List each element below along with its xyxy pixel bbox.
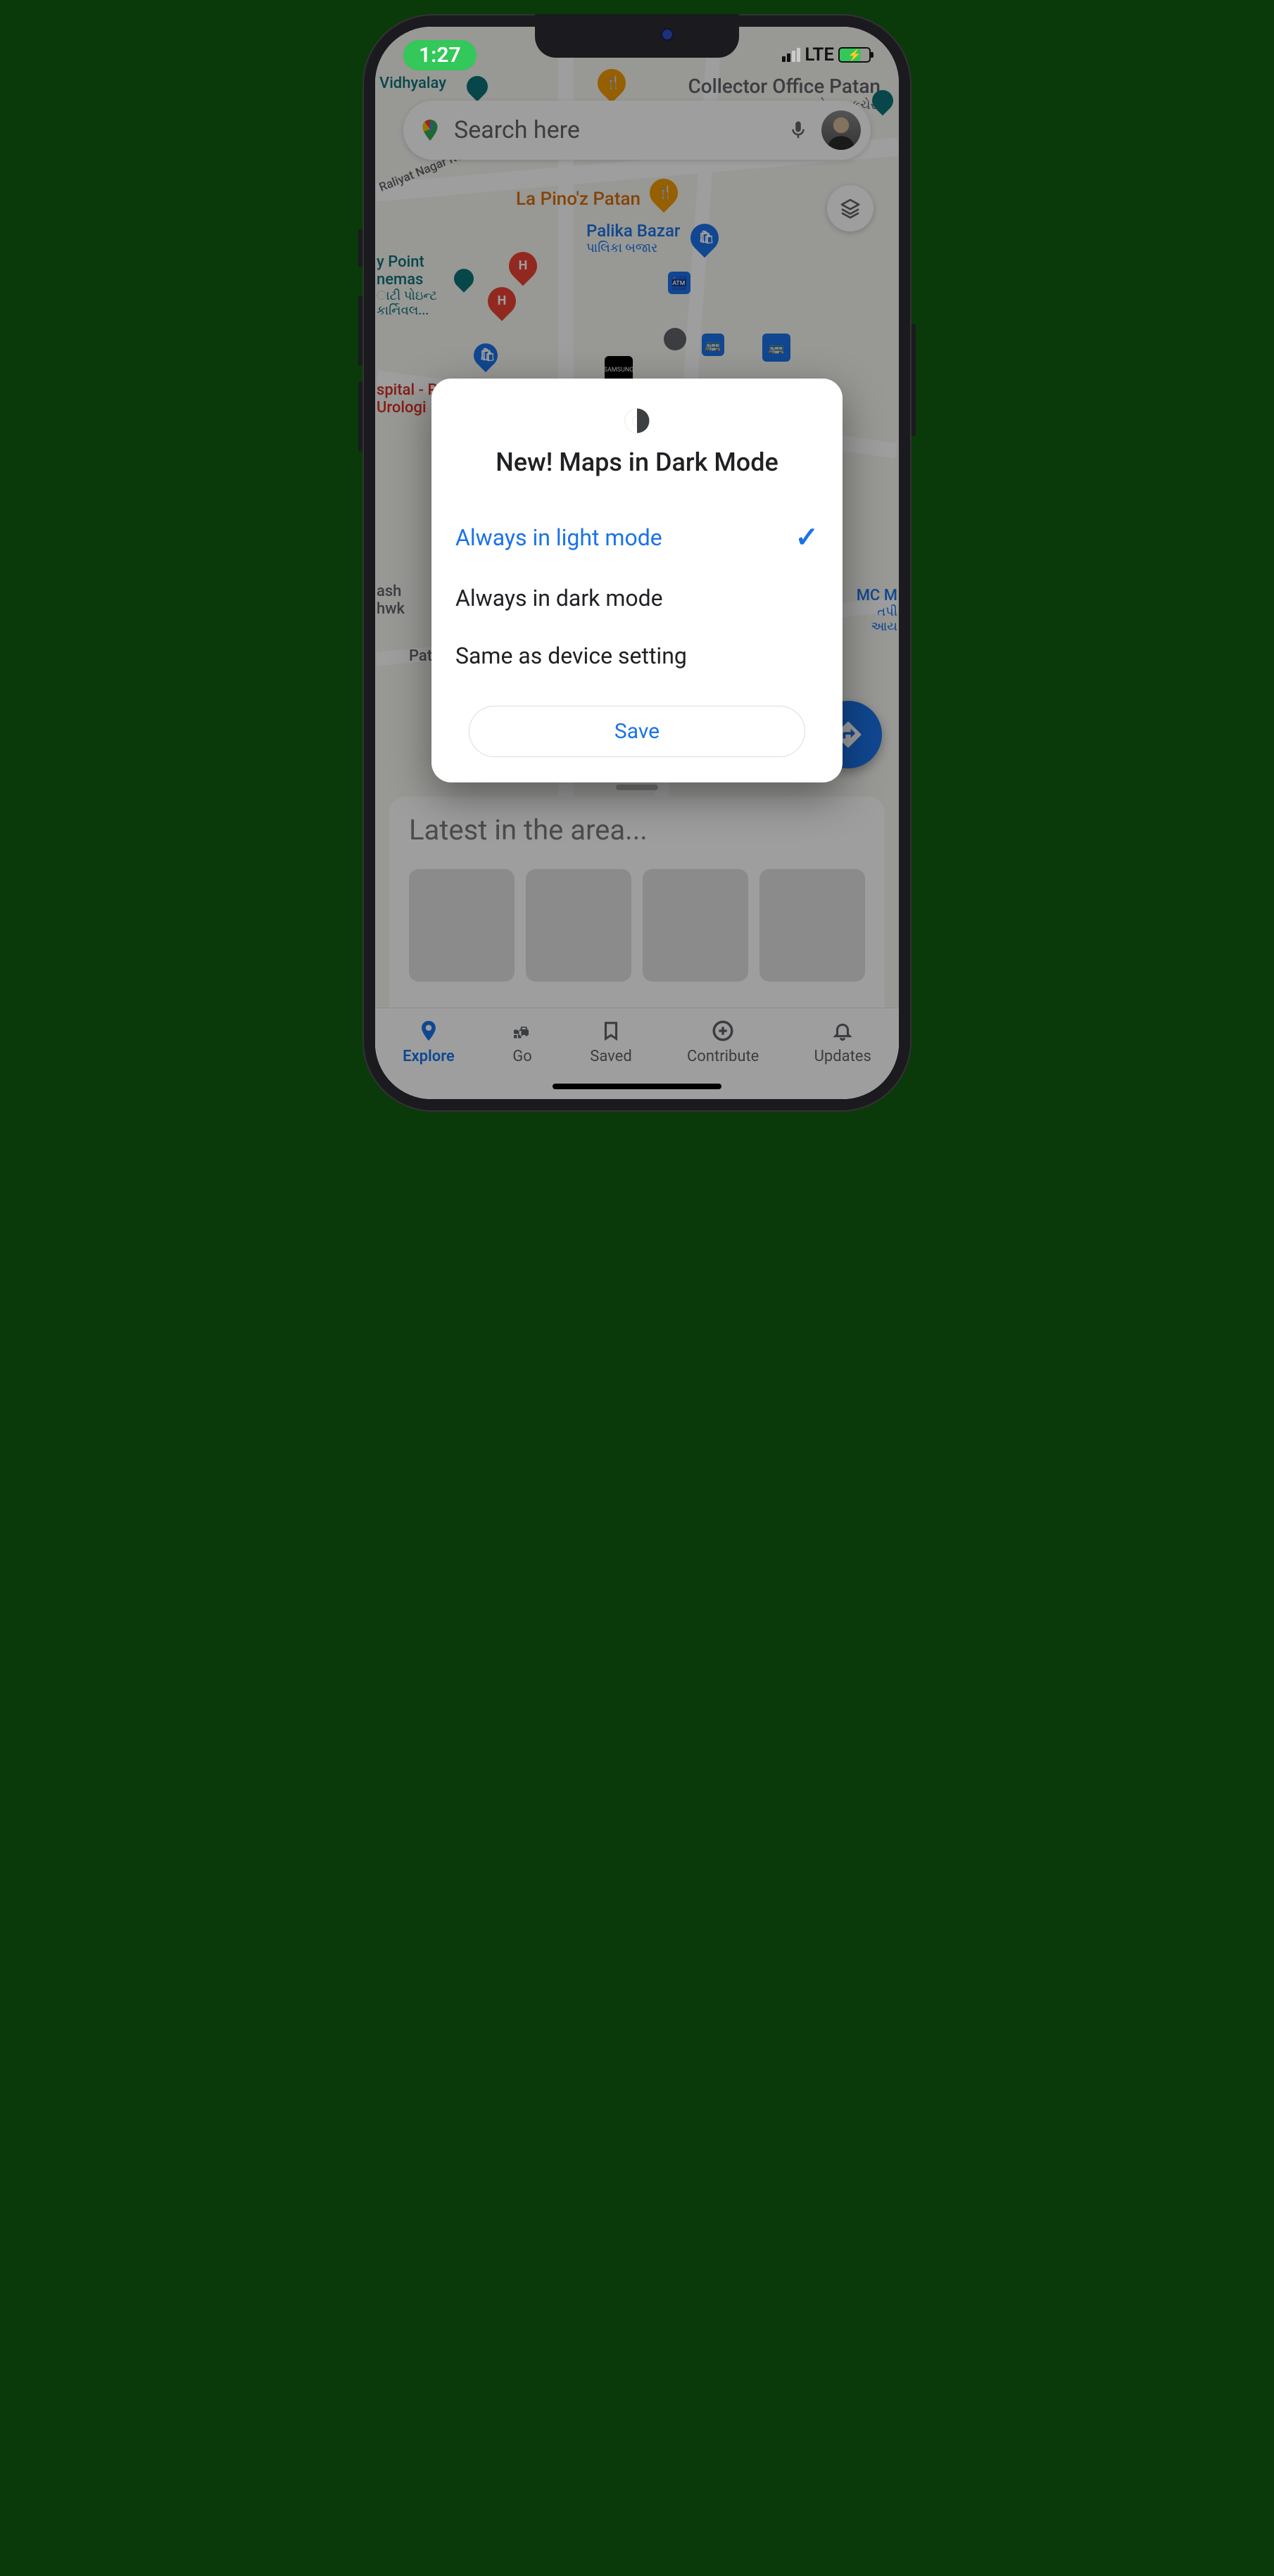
save-button[interactable]: Save xyxy=(469,706,805,757)
volume-down-button xyxy=(358,381,362,452)
option-label: Always in dark mode xyxy=(455,585,663,611)
option-label: Same as device setting xyxy=(455,642,687,669)
dark-mode-icon xyxy=(622,405,652,436)
volume-up-button xyxy=(358,296,362,366)
modal-title: New! Maps in Dark Mode xyxy=(454,448,820,477)
side-button xyxy=(358,229,362,267)
network-label: LTE xyxy=(805,44,834,65)
signal-icon xyxy=(782,48,800,62)
power-button xyxy=(912,324,916,436)
home-indicator[interactable] xyxy=(553,1084,721,1089)
dark-mode-modal: New! Maps in Dark Mode Always in light m… xyxy=(431,379,843,782)
option-dark-mode[interactable]: Always in dark mode xyxy=(454,569,820,627)
notch xyxy=(535,14,739,58)
option-device-setting[interactable]: Same as device setting xyxy=(454,627,820,685)
option-light-mode[interactable]: Always in light mode ✓ xyxy=(454,505,820,569)
phone-frame: Vidhyalay Collector Office Patan કલેક્ટર… xyxy=(362,14,912,1112)
time-indicator: 1:27 xyxy=(403,40,477,70)
battery-icon: ⚡ xyxy=(838,47,871,63)
status-right: LTE ⚡ xyxy=(782,44,871,65)
checkmark-icon: ✓ xyxy=(795,521,819,554)
option-label: Always in light mode xyxy=(455,524,662,551)
screen: Vidhyalay Collector Office Patan કલેક્ટર… xyxy=(375,27,899,1099)
